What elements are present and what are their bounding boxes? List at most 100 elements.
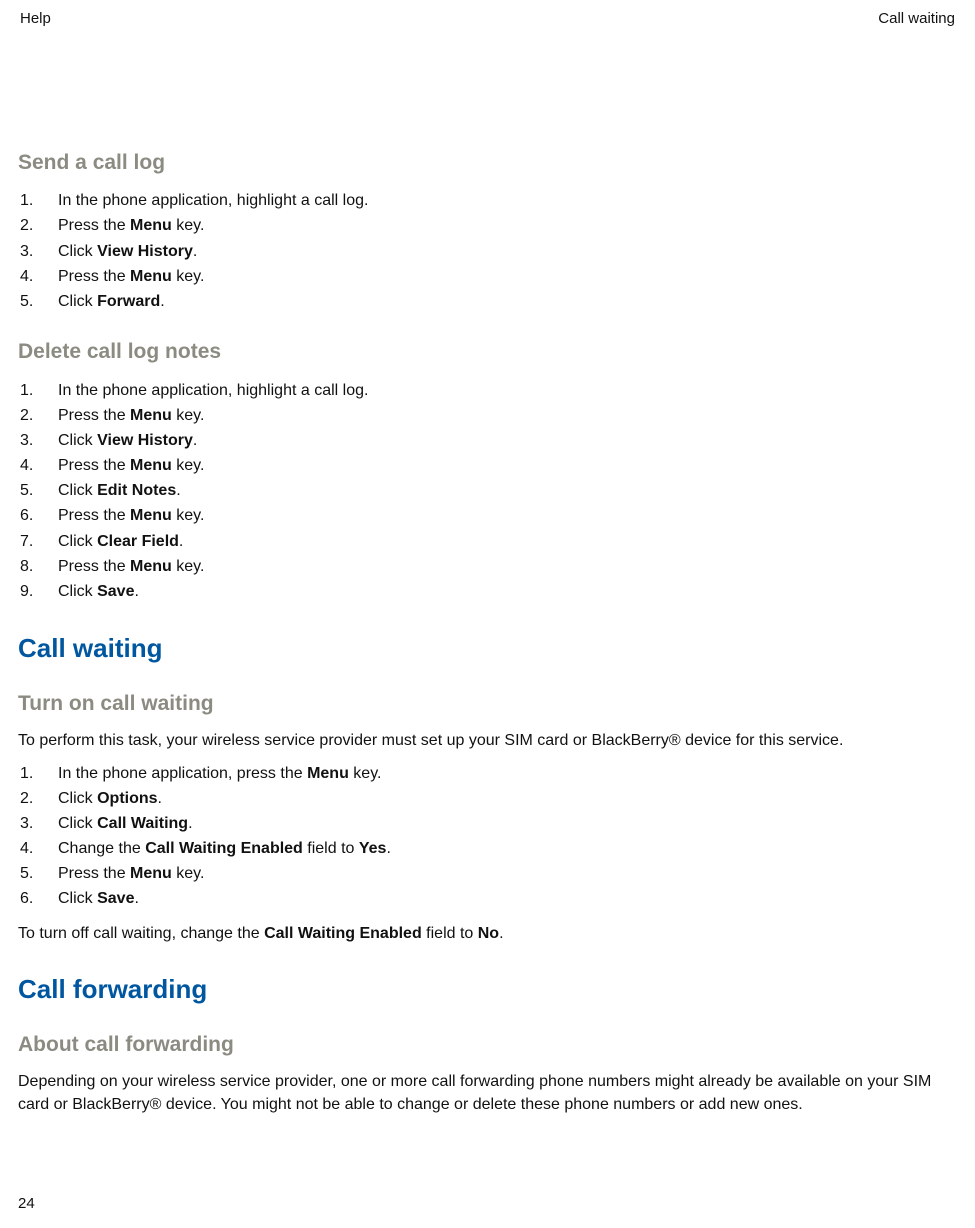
list-item: In the phone application, highlight a ca… — [40, 378, 957, 403]
step-post: . — [134, 890, 138, 907]
page-header: Help Call waiting — [18, 10, 957, 27]
list-item: Press the Menu key. — [40, 264, 957, 289]
step-post: key. — [349, 765, 382, 782]
step-bold: Forward — [97, 293, 160, 310]
heading-turn-on-call-waiting: Turn on call waiting — [18, 690, 957, 717]
step-mid: field to — [303, 840, 359, 857]
step-bold: Menu — [130, 407, 172, 424]
heading-call-waiting: Call waiting — [18, 632, 957, 666]
outro-bold: Call Waiting Enabled — [264, 925, 422, 942]
step-bold: Edit Notes — [97, 482, 176, 499]
step-bold: Menu — [130, 268, 172, 285]
step-post: . — [160, 293, 164, 310]
step-text: In the phone application, highlight a ca… — [58, 382, 368, 399]
outro-post: . — [499, 925, 503, 942]
list-item: Click Save. — [40, 886, 957, 911]
step-post: key. — [172, 457, 205, 474]
step-pre: Click — [58, 583, 97, 600]
steps-delete-notes: In the phone application, highlight a ca… — [18, 378, 957, 605]
step-pre: Click — [58, 533, 97, 550]
call-waiting-outro: To turn off call waiting, change the Cal… — [18, 922, 957, 945]
step-post: . — [188, 815, 192, 832]
list-item: Click View History. — [40, 239, 957, 264]
steps-send-call-log: In the phone application, highlight a ca… — [18, 188, 957, 314]
list-item: Click Options. — [40, 786, 957, 811]
list-item: Press the Menu key. — [40, 861, 957, 886]
list-item: Press the Menu key. — [40, 453, 957, 478]
list-item: Change the Call Waiting Enabled field to… — [40, 836, 957, 861]
step-pre: Click — [58, 432, 97, 449]
step-pre: Press the — [58, 217, 130, 234]
step-bold-2: Yes — [359, 840, 387, 857]
list-item: Click View History. — [40, 428, 957, 453]
step-bold: Save — [97, 583, 134, 600]
list-item: Press the Menu key. — [40, 554, 957, 579]
step-bold: Menu — [130, 558, 172, 575]
step-post: . — [193, 243, 197, 260]
step-pre: Press the — [58, 407, 130, 424]
step-text: In the phone application, highlight a ca… — [58, 192, 368, 209]
step-pre: Click — [58, 243, 97, 260]
step-pre: Press the — [58, 558, 130, 575]
list-item: Click Save. — [40, 579, 957, 604]
step-bold: Menu — [130, 507, 172, 524]
step-bold: Menu — [130, 457, 172, 474]
list-item: In the phone application, press the Menu… — [40, 761, 957, 786]
step-bold: View History — [97, 432, 193, 449]
step-bold: Clear Field — [97, 533, 179, 550]
heading-about-call-forwarding: About call forwarding — [18, 1031, 957, 1058]
step-pre: Click — [58, 293, 97, 310]
header-right: Call waiting — [878, 10, 955, 27]
heading-delete-notes: Delete call log notes — [18, 338, 957, 365]
call-waiting-intro: To perform this task, your wireless serv… — [18, 729, 957, 752]
step-post: . — [134, 583, 138, 600]
step-post: key. — [172, 507, 205, 524]
step-post: . — [179, 533, 183, 550]
step-bold: Save — [97, 890, 134, 907]
step-bold: Menu — [130, 865, 172, 882]
step-post: key. — [172, 268, 205, 285]
list-item: Press the Menu key. — [40, 403, 957, 428]
steps-call-waiting: In the phone application, press the Menu… — [18, 761, 957, 912]
step-pre: In the phone application, press the — [58, 765, 307, 782]
list-item: Press the Menu key. — [40, 503, 957, 528]
step-pre: Click — [58, 890, 97, 907]
document-page: Help Call waiting Send a call log In the… — [0, 0, 975, 1228]
page-content: Send a call log In the phone application… — [18, 27, 957, 1116]
step-post: . — [176, 482, 180, 499]
step-bold: Call Waiting — [97, 815, 188, 832]
outro-mid: field to — [422, 925, 478, 942]
step-post: . — [158, 790, 162, 807]
step-bold: Call Waiting Enabled — [145, 840, 303, 857]
outro-pre: To turn off call waiting, change the — [18, 925, 264, 942]
list-item: Click Call Waiting. — [40, 811, 957, 836]
list-item: Click Edit Notes. — [40, 478, 957, 503]
step-pre: Click — [58, 482, 97, 499]
heading-call-forwarding: Call forwarding — [18, 973, 957, 1007]
step-pre: Press the — [58, 268, 130, 285]
step-bold: Menu — [130, 217, 172, 234]
list-item: Press the Menu key. — [40, 213, 957, 238]
step-pre: Press the — [58, 865, 130, 882]
list-item: Click Clear Field. — [40, 529, 957, 554]
page-number: 24 — [18, 1195, 35, 1212]
step-post: key. — [172, 558, 205, 575]
call-forwarding-paragraph: Depending on your wireless service provi… — [18, 1070, 957, 1116]
step-pre: Press the — [58, 457, 130, 474]
step-post: . — [386, 840, 390, 857]
list-item: In the phone application, highlight a ca… — [40, 188, 957, 213]
step-post: key. — [172, 865, 205, 882]
step-bold: View History — [97, 243, 193, 260]
header-left: Help — [20, 10, 51, 27]
step-post: key. — [172, 217, 205, 234]
step-bold: Options — [97, 790, 157, 807]
step-pre: Change the — [58, 840, 145, 857]
list-item: Click Forward. — [40, 289, 957, 314]
heading-send-call-log: Send a call log — [18, 149, 957, 176]
step-bold: Menu — [307, 765, 349, 782]
step-pre: Press the — [58, 507, 130, 524]
step-post: key. — [172, 407, 205, 424]
step-pre: Click — [58, 815, 97, 832]
step-post: . — [193, 432, 197, 449]
step-pre: Click — [58, 790, 97, 807]
